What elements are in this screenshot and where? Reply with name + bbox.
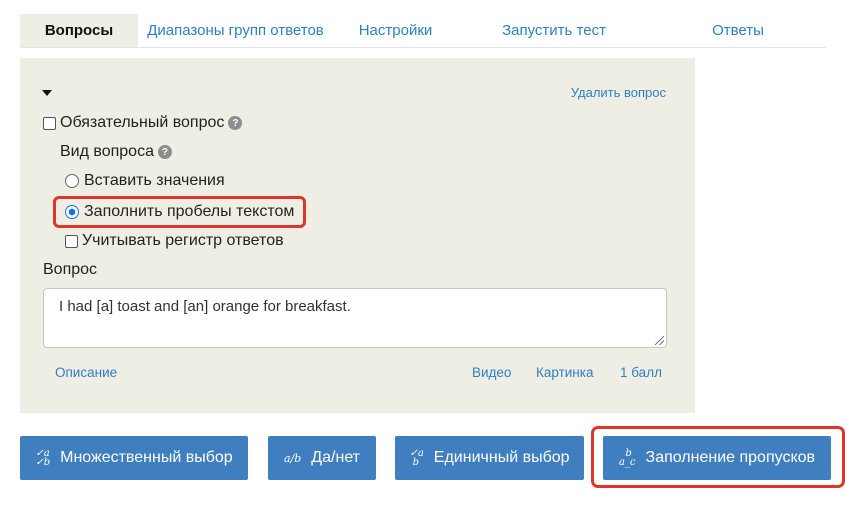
question-type-label: Вид вопроса [60,143,154,160]
tab-bar: Вопросы Диапазоны групп ответов Настройк… [20,14,826,48]
tab-answer-group-ranges[interactable]: Диапазоны групп ответов [138,14,333,47]
yes-no-button[interactable]: a/b Да/нет [268,436,376,480]
tab-run-test[interactable]: Запустить тест [458,14,650,47]
picture-link[interactable]: Картинка [536,365,593,380]
question-type-row: Вид вопроса ? [60,143,172,161]
highlight-frame [591,426,845,488]
single-choice-label: Единичный выбор [433,449,570,466]
video-link[interactable]: Видео [472,365,511,380]
required-question-row: Обязательный вопрос ? [43,114,243,132]
tab-questions[interactable]: Вопросы [20,14,138,47]
option-insert-values[interactable]: Вставить значения [65,172,225,190]
single-choice-button[interactable]: ✓a b Единичный выбор [395,436,584,480]
collapse-caret-icon[interactable] [42,90,52,96]
points-link[interactable]: 1 балл [620,365,662,380]
multiple-choice-label: Множественный выбор [60,449,233,466]
multiple-choice-button[interactable]: ✓a ✓b Множественный выбор [20,436,248,480]
option-insert-values-label: Вставить значения [84,172,225,189]
required-question-checkbox[interactable] [43,116,56,130]
single-choice-icon: ✓a b [409,448,424,468]
required-question-label: Обязательный вопрос [60,114,225,131]
multiple-choice-icon: ✓a ✓b [35,448,51,468]
yes-no-label: Да/нет [311,449,361,466]
description-link[interactable]: Описание [55,365,117,380]
question-text: I had [a] toast and [an] orange for brea… [59,298,351,315]
question-textarea[interactable]: I had [a] toast and [an] orange for brea… [43,288,667,348]
question-label: Вопрос [43,261,98,278]
radio-insert-values[interactable] [65,174,79,188]
question-panel: Удалить вопрос Обязательный вопрос ? Вид… [20,58,695,413]
tab-settings[interactable]: Настройки [333,14,458,47]
resize-handle-icon[interactable] [655,336,664,345]
delete-question-link[interactable]: Удалить вопрос [571,85,666,100]
yes-no-icon: a/b [283,451,302,465]
tab-answers[interactable]: Ответы [650,14,826,47]
case-sensitive-label: Учитывать регистр ответов [82,232,284,249]
help-icon[interactable]: ? [157,145,172,159]
case-sensitive-checkbox[interactable] [65,234,78,248]
highlight-frame [53,196,306,228]
help-icon[interactable]: ? [228,116,243,130]
case-sensitive-row: Учитывать регистр ответов [65,232,284,250]
